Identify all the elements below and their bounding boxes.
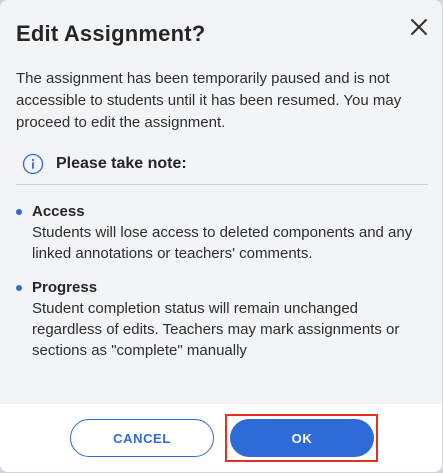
close-button[interactable]: [406, 14, 432, 40]
cancel-button[interactable]: CANCEL: [70, 419, 214, 457]
dialog-intro-text: The assignment has been temporarily paus…: [16, 70, 402, 131]
list-item: Progress Student completion status will …: [16, 278, 428, 361]
bullet-dot: [16, 209, 22, 215]
ok-button[interactable]: OK: [230, 419, 374, 457]
note-header: Please take note:: [22, 152, 187, 176]
edit-assignment-dialog: Edit Assignment? The assignment has been…: [0, 0, 442, 472]
dialog-footer: CANCEL OK: [0, 404, 442, 472]
bullet-dot: [16, 285, 22, 291]
list-item-heading: Access: [32, 203, 85, 220]
list-item-body: Students will lose access to deleted com…: [32, 224, 413, 262]
list-item-heading: Progress: [32, 279, 98, 296]
info-icon: [22, 153, 44, 175]
divider: [16, 184, 428, 185]
dialog-title: Edit Assignment?: [16, 21, 206, 46]
close-icon: [411, 19, 427, 35]
list-item-body: Student completion status will remain un…: [32, 300, 400, 359]
list-item: Access Students will lose access to dele…: [16, 202, 428, 264]
note-title: Please take note:: [56, 155, 187, 172]
